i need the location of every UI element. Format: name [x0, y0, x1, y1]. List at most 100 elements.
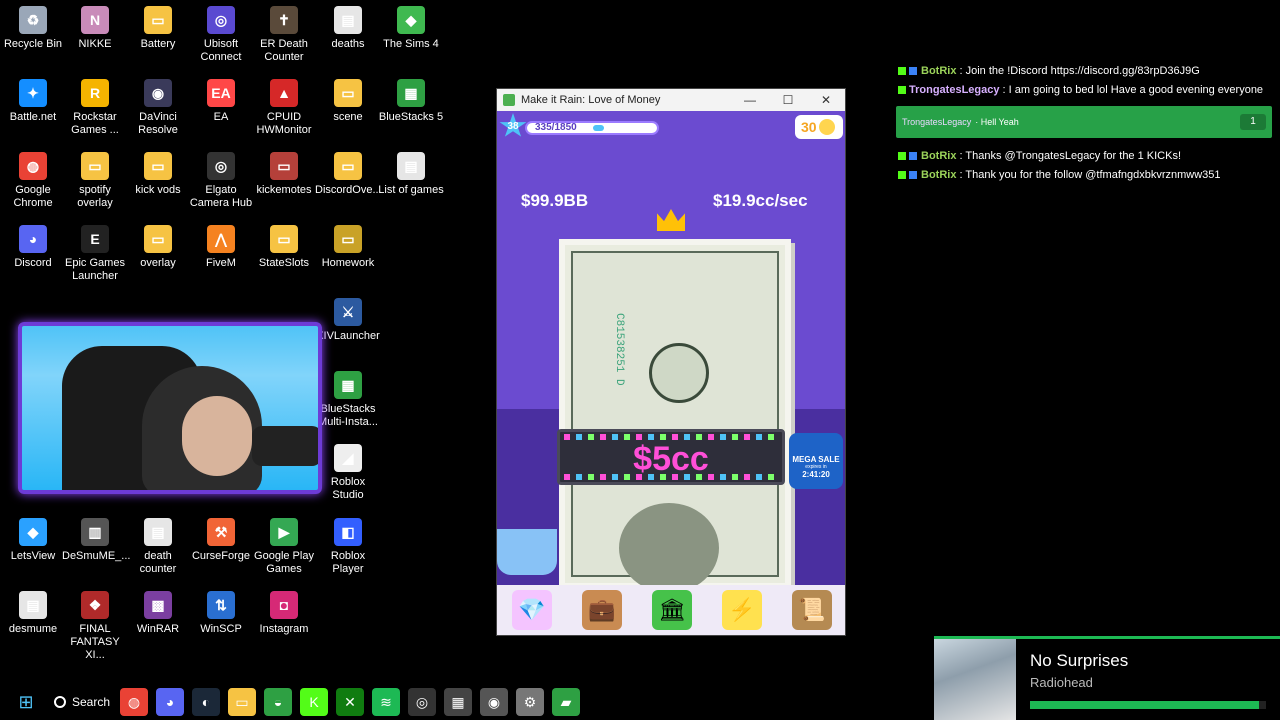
desktop-icon-recycle-bin[interactable]: ♻ Recycle Bin — [0, 6, 66, 51]
window-titlebar[interactable]: Make it Rain: Love of Money — ☐ ✕ — [497, 89, 845, 111]
taskbar-xbox-app-icon[interactable]: ◒ — [264, 688, 293, 716]
dollar-bill[interactable]: C81538251 D — [559, 239, 791, 593]
desktop-icon-curseforge[interactable]: ⚒ CurseForge — [188, 518, 254, 563]
desktop-icon-desmume[interactable]: ▥ DeSmuME_... — [62, 518, 130, 563]
bill-serial: C81538251 D — [613, 313, 625, 386]
desktop-icon-list-of-games[interactable]: ▤ List of games — [378, 152, 444, 197]
desktop-icon-label: overlay — [140, 257, 176, 269]
death-counter-icon: ▤ — [144, 518, 172, 546]
desktop-icon-final-fantasy[interactable]: ❖ FINAL FANTASY XI... — [62, 591, 128, 662]
desktop-icon-deaths[interactable]: ▤ deaths — [315, 6, 381, 51]
bucket-icon[interactable] — [497, 529, 557, 575]
chat-message: TrongatesLegacy : I am going to bed lol … — [898, 84, 1263, 96]
curseforge-icon: ⚒ — [207, 518, 235, 546]
desktop-icon-label: WinRAR — [136, 623, 180, 635]
desktop-icon-discordove[interactable]: ▭ DiscordOve... — [315, 152, 382, 197]
taskbar-calculator-icon[interactable]: ▦ — [444, 688, 473, 716]
taskbar-search[interactable]: Search — [54, 695, 110, 709]
desktop-icon-ubisoft-connect[interactable]: ◎ Ubisoft Connect — [188, 6, 254, 64]
spotify-overlay-icon: ▭ — [81, 152, 109, 180]
song-progress — [1030, 701, 1266, 709]
taskbar-steam-icon[interactable]: ◐ — [192, 688, 221, 716]
crown-icon[interactable] — [657, 209, 685, 231]
coin-counter[interactable]: 30 — [795, 115, 843, 139]
desktop-icon-roblox-player[interactable]: ◧ Roblox Player — [315, 518, 381, 576]
bank-button[interactable]: 🏛 — [652, 590, 692, 630]
artist-name: Radiohead — [1030, 675, 1093, 690]
desktop-icon-kick-vods[interactable]: ▭ kick vods — [125, 152, 191, 197]
desktop-icon-nikke[interactable]: N NIKKE — [62, 6, 128, 51]
mega-sale-button[interactable]: MEGA SALE expires in 2:41:20 — [789, 433, 843, 489]
the-sims-4-icon: ◆ — [397, 6, 425, 34]
final-fantasy-icon: ❖ — [81, 591, 109, 619]
close-button[interactable]: ✕ — [807, 93, 845, 107]
gems-button[interactable]: 💎 — [512, 590, 552, 630]
bluestacks-multi-icon: ▦ — [334, 371, 362, 399]
desktop-icon-epic[interactable]: E Epic Games Launcher — [62, 225, 128, 283]
desktop-icon-er-death-counter[interactable]: ✝ ER Death Counter — [251, 6, 317, 64]
desktop-icon-desmume2[interactable]: ▤ desmume — [0, 591, 66, 636]
roblox-studio-icon: ◢ — [334, 444, 362, 472]
chat-text: : Thank you for the follow @tfmafngdxbkv… — [956, 169, 1221, 181]
desktop-icon-elgato[interactable]: ◎ Elgato Camera Hub — [188, 152, 254, 210]
taskbar-kick-icon[interactable]: K — [300, 688, 329, 716]
desktop-icon-cpuid[interactable]: ▲ CPUID HWMonitor — [251, 79, 317, 137]
window-title: Make it Rain: Love of Money — [521, 94, 661, 106]
desktop-icon-death-counter[interactable]: ▤ death counter — [125, 518, 191, 576]
desktop-icon-chrome[interactable]: ◍ Google Chrome — [0, 152, 66, 210]
desktop-icon-scene[interactable]: ▭ scene — [315, 79, 381, 124]
level-track: 335/1850 — [525, 121, 659, 135]
desktop-icon-letsview[interactable]: ◆ LetsView — [0, 518, 66, 563]
marquee-lights-bottom — [564, 474, 778, 480]
taskbar-discord-icon[interactable]: ◕ — [156, 688, 185, 716]
chat-message: BotRix : Thank you for the follow @tfmaf… — [898, 169, 1221, 181]
mega-sale-title: MEGA SALE — [792, 455, 840, 464]
desktop-icon-the-sims-4[interactable]: ◆ The Sims 4 — [378, 6, 444, 51]
minimize-button[interactable]: — — [731, 93, 769, 107]
desktop-icon-winscp[interactable]: ⇅ WinSCP — [188, 591, 254, 636]
desktop-icon-google-play-games[interactable]: ▶ Google Play Games — [251, 518, 317, 576]
desktop-icon-winrar[interactable]: ▩ WinRAR — [125, 591, 191, 636]
boost-button[interactable]: ⚡ — [722, 590, 762, 630]
desktop-icon-xivlauncher[interactable]: ⚔ XIVLauncher — [315, 298, 381, 343]
taskbar-xbox-icon[interactable]: ✕ — [336, 688, 365, 716]
maximize-button[interactable]: ☐ — [769, 93, 807, 107]
desktop-icon-label: LetsView — [10, 550, 56, 562]
desktop-icon-battery[interactable]: ▭ Battery — [125, 6, 191, 51]
desktop-icon-discord[interactable]: ◕ Discord — [0, 225, 66, 270]
desktop-icon-spotify-overlay[interactable]: ▭ spotify overlay — [62, 152, 128, 210]
desktop-icon-stateslots[interactable]: ▭ StateSlots — [251, 225, 317, 270]
taskbar-file-explorer-icon[interactable]: ▭ — [228, 688, 257, 716]
desktop-icon-battle-net[interactable]: ✦ Battle.net — [0, 79, 66, 124]
desktop-icon-instagram[interactable]: ◘ Instagram — [251, 591, 317, 636]
desktop-icon-fivem[interactable]: ⋀ FiveM — [188, 225, 254, 270]
taskbar-settings-icon[interactable]: ⚙ — [516, 688, 545, 716]
desktop-icon-roblox-studio[interactable]: ◢ Roblox Studio — [315, 444, 381, 502]
deaths-icon: ▤ — [334, 6, 362, 34]
desktop-icon-kickemotes[interactable]: ▭ kickemotes — [251, 152, 317, 197]
fivem-icon: ⋀ — [207, 225, 235, 253]
desktop-icon-rockstar[interactable]: R Rockstar Games ... — [62, 79, 128, 137]
desktop-icon-bluestacks-multi[interactable]: ▦ BlueStacks Multi-Insta... — [315, 371, 381, 429]
taskbar-spotify-icon[interactable]: ≋ — [372, 688, 401, 716]
desktop-icon-ea[interactable]: EA EA — [188, 79, 254, 124]
taskbar-elgato-icon[interactable]: ◎ — [408, 688, 437, 716]
nikke-icon: N — [81, 6, 109, 34]
desktop-icon-overlay[interactable]: ▭ overlay — [125, 225, 191, 270]
start-button[interactable]: ⊞ — [12, 688, 40, 716]
stateslots-icon: ▭ — [270, 225, 298, 253]
roblox-player-icon: ◧ — [334, 518, 362, 546]
scroll-button[interactable]: 📜 — [792, 590, 832, 630]
game-window[interactable]: Make it Rain: Love of Money — ☐ ✕ 38 335… — [496, 88, 846, 636]
kick-count-badge: 1 — [1240, 114, 1266, 130]
desktop-icon-label: deaths — [331, 38, 365, 50]
upgrade-marquee[interactable]: $5cc — [557, 429, 785, 485]
desktop-icon-homework[interactable]: ▭ Homework — [315, 225, 381, 270]
taskbar-make-it-rain-icon[interactable]: ▰ — [552, 688, 581, 716]
taskbar-chrome-icon[interactable]: ◍ — [120, 688, 149, 716]
desktop-icon-davinci[interactable]: ◉ DaVinci Resolve — [125, 79, 191, 137]
battle-net-icon: ✦ — [19, 79, 47, 107]
desktop-icon-bluestacks5[interactable]: ▦ BlueStacks 5 — [378, 79, 444, 124]
taskbar-obs-icon[interactable]: ◉ — [480, 688, 509, 716]
briefcase-button[interactable]: 💼 — [582, 590, 622, 630]
